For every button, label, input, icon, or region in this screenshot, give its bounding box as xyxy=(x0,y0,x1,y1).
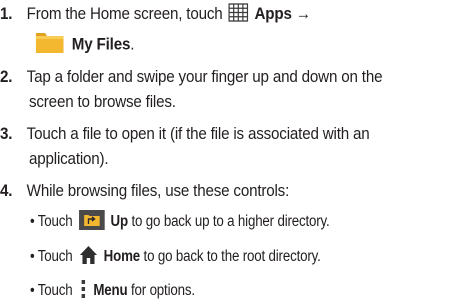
step-1-continued: My Files. xyxy=(35,32,135,56)
step-number: 2. xyxy=(0,68,13,86)
control-text: to go back to the root directory. xyxy=(143,248,321,266)
apps-grid-icon xyxy=(228,3,249,22)
step-text: From the Home screen, touch xyxy=(26,5,223,23)
step-text: Touch a file to open it (if the file is … xyxy=(26,125,370,143)
my-files-label: My Files xyxy=(71,35,131,54)
step-3-continued: application). xyxy=(29,149,109,169)
step-2: 2. Tap a folder and swipe your finger up … xyxy=(0,67,383,87)
control-menu: • Touch Menu for options. xyxy=(30,279,195,301)
home-icon xyxy=(79,245,98,265)
control-home: • Touch Home to go back to the root dire… xyxy=(30,245,321,267)
folder-up-icon xyxy=(78,210,105,230)
touch-text: Touch xyxy=(37,248,73,266)
up-label: Up xyxy=(110,213,129,231)
step-1: 1. From the Home screen, touch Apps → xyxy=(0,3,311,24)
bullet: • xyxy=(30,248,35,266)
step-number: 3. xyxy=(0,125,13,143)
control-text: to go back up to a higher directory. xyxy=(131,213,330,231)
step-text: application). xyxy=(29,150,109,168)
step-number: 4. xyxy=(0,182,13,200)
home-label: Home xyxy=(103,248,141,266)
menu-icon xyxy=(79,279,86,299)
period: . xyxy=(130,35,135,54)
menu-label: Menu xyxy=(93,282,128,300)
step-3: 3. Touch a file to open it (if the file i… xyxy=(0,124,370,144)
step-text: screen to browse files. xyxy=(29,93,176,111)
step-4: 4. While browsing files, use these contro… xyxy=(0,181,289,201)
folder-icon xyxy=(35,32,64,54)
touch-text: Touch xyxy=(37,213,73,231)
step-text: While browsing files, use these controls… xyxy=(26,182,290,200)
step-2-continued: screen to browse files. xyxy=(29,92,176,112)
apps-label: Apps xyxy=(254,5,292,23)
instruction-page: 1. From the Home screen, touch Apps → My… xyxy=(0,0,471,307)
step-text: Tap a folder and swipe your finger up an… xyxy=(26,68,383,86)
control-up: • Touch Up to go back up to a higher dir… xyxy=(30,210,330,232)
bullet: • xyxy=(30,282,35,300)
touch-text: Touch xyxy=(37,282,73,300)
arrow-symbol: → xyxy=(295,5,311,23)
control-text: for options. xyxy=(130,282,195,300)
bullet: • xyxy=(30,213,35,231)
step-number: 1. xyxy=(0,5,13,23)
